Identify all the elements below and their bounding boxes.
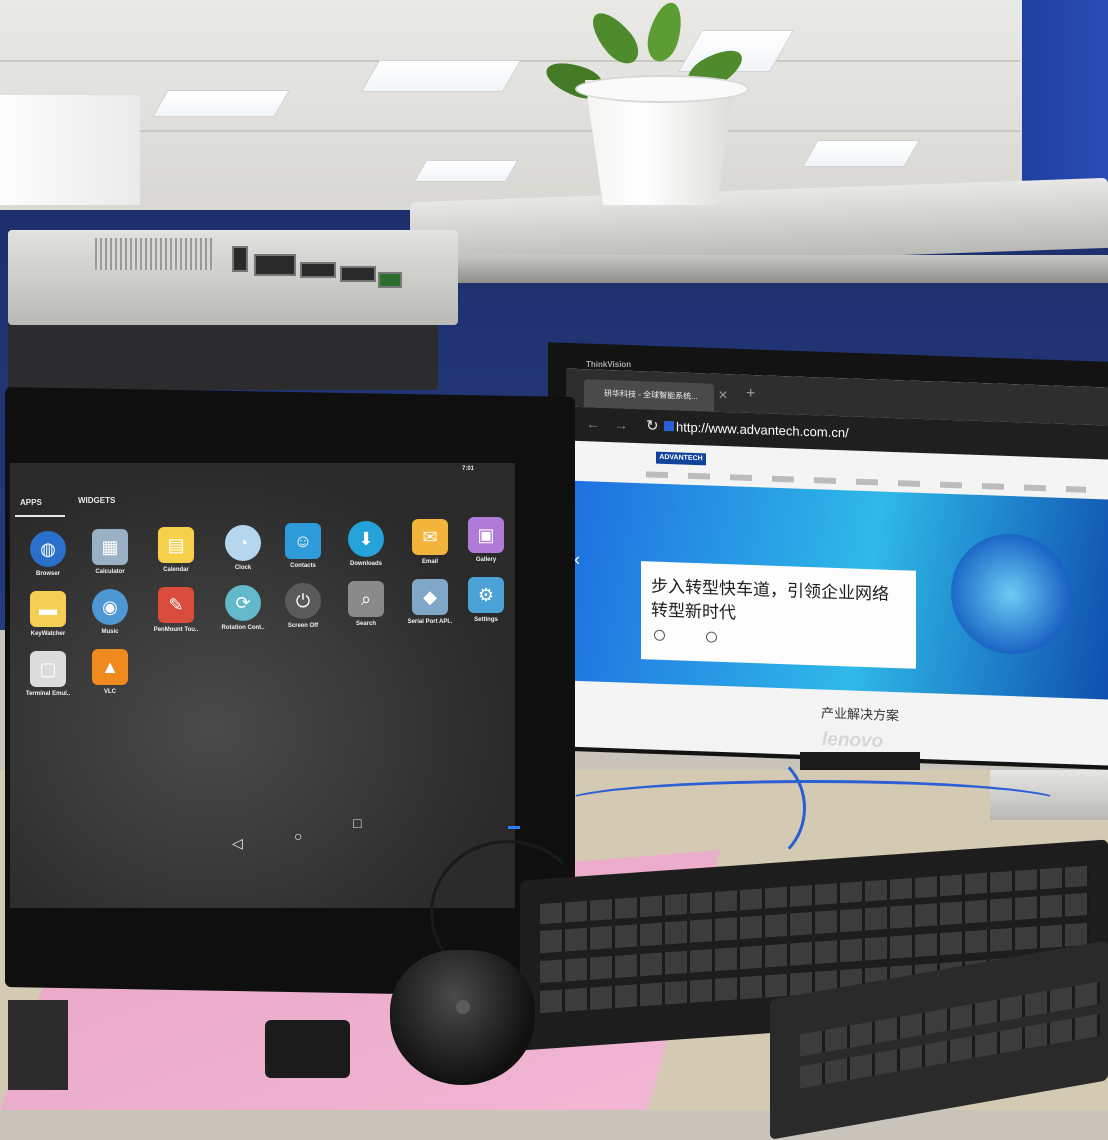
gallery-icon: ▣ (468, 517, 504, 553)
app-browser[interactable]: ◍ Browser (20, 531, 76, 577)
rotation-icon: ⟳ (225, 585, 261, 621)
browser-tab[interactable]: 研华科技 - 全球智能系统... (584, 379, 714, 412)
gear-icon: ⚙ (468, 577, 504, 613)
app-downloads[interactable]: ⬇ Downloads (338, 521, 394, 567)
app-keywatcher[interactable]: ▬ KeyWatcher (20, 591, 76, 637)
download-icon: ⬇ (348, 521, 384, 557)
hero-link-icon[interactable] (654, 629, 665, 641)
app-label: Search (355, 621, 376, 627)
tab-apps[interactable]: APPS (20, 498, 42, 507)
clock-icon: ◔ (225, 525, 261, 561)
app-serial-port-api[interactable]: ◆ Serial Port API.. (402, 579, 458, 625)
forward-icon[interactable]: → (614, 416, 628, 432)
back-icon[interactable]: ← (586, 415, 600, 431)
serial-port-icon: ◆ (412, 579, 448, 615)
app-music[interactable]: ◉ Music (82, 589, 138, 635)
serial-port (300, 262, 336, 278)
app-vlc[interactable]: ▲ VLC (82, 649, 138, 695)
app-rotation-cont[interactable]: ⟳ Rotation Cont.. (215, 585, 271, 631)
app-label: PenMount Tou.. (153, 627, 199, 633)
network-cable (700, 750, 806, 866)
app-label: Serial Port API.. (407, 619, 453, 625)
search-icon: ⌕ (348, 581, 384, 617)
app-label: Music (101, 629, 119, 635)
terminal-icon: ▢ (30, 651, 66, 687)
new-tab-icon[interactable]: + (746, 385, 755, 403)
status-time: 7:01 (462, 466, 475, 472)
power-brick (8, 1000, 68, 1090)
monitor-brand-top: ThinkVision (586, 360, 632, 369)
android-screen[interactable]: APPS WIDGETS 7:01 ◍ Browser ▦ Calculator ▤ Ca… (10, 463, 515, 908)
app-label: Rotation Cont.. (221, 625, 265, 631)
recents-nav-icon[interactable]: □ (353, 815, 361, 831)
app-screen-off[interactable]: ⏻ Screen Off (275, 583, 331, 629)
monitor-brand-bottom: lenovo (822, 728, 884, 753)
vlc-cone-icon: ▲ (92, 649, 128, 685)
ceiling-light (413, 160, 519, 182)
hero-link-icon[interactable] (706, 631, 717, 643)
app-calculator[interactable]: ▦ Calculator (82, 529, 138, 575)
reload-icon[interactable]: ↻ (646, 416, 659, 434)
app-label: Contacts (290, 563, 316, 569)
serial-port (340, 266, 376, 282)
mouse[interactable] (390, 950, 535, 1085)
blue-pillar (1022, 0, 1108, 195)
email-icon: ✉ (412, 519, 448, 555)
app-label: Clock (234, 565, 252, 571)
ceiling-light (152, 90, 290, 117)
app-label: Calendar (163, 567, 189, 573)
app-search[interactable]: ⌕ Search (338, 581, 394, 627)
close-tab-icon[interactable]: ✕ (718, 388, 728, 402)
app-label: Gallery (475, 557, 497, 563)
calendar-icon: ▤ (158, 527, 194, 563)
app-penmount-tou[interactable]: ✎ PenMount Tou.. (148, 587, 204, 633)
site-favicon-icon (664, 420, 674, 432)
app-contacts[interactable]: ☺ Contacts (275, 523, 331, 569)
box-pc-vent (95, 238, 213, 270)
plant-pot-rim (575, 75, 749, 103)
app-label: VLC (104, 689, 116, 695)
tab-indicator (15, 515, 65, 517)
power-icon: ⏻ (285, 583, 321, 619)
globe-icon: ◍ (30, 531, 66, 567)
app-label: Screen Off (287, 623, 319, 629)
ethernet-port (254, 254, 296, 276)
home-nav-icon[interactable]: ○ (294, 828, 302, 844)
usb-port (232, 246, 248, 272)
network-cable (560, 780, 1066, 826)
terminal-block (378, 272, 402, 288)
window (0, 95, 140, 205)
app-email[interactable]: ✉ Email (402, 519, 458, 565)
contacts-icon: ☺ (285, 523, 321, 559)
back-nav-icon[interactable]: ◁ (232, 835, 243, 852)
app-calendar[interactable]: ▤ Calendar (148, 527, 204, 573)
section-title: 产业解决方案 (821, 705, 900, 724)
pen-icon: ✎ (158, 587, 194, 623)
app-label: Browser (35, 571, 60, 577)
app-settings[interactable]: ⚙ Settings (458, 577, 514, 623)
advantech-logo[interactable]: ADVANTECH (656, 451, 706, 466)
music-icon: ◉ (92, 589, 128, 625)
folder-icon: ▬ (30, 591, 66, 627)
app-label: Settings (474, 617, 498, 623)
app-label: Downloads (349, 561, 382, 567)
app-label: Email (421, 559, 438, 565)
app-gallery[interactable]: ▣ Gallery (458, 517, 514, 563)
ceiling-light (802, 140, 920, 167)
tab-widgets[interactable]: WIDGETS (78, 496, 115, 505)
serial-connector (265, 1020, 350, 1078)
app-label: KeyWatcher (30, 631, 66, 637)
calculator-icon: ▦ (92, 529, 128, 565)
monitor-screen[interactable]: 研华科技 - 全球智能系统... ✕ + ← → ↻ http://www.ad… (566, 368, 1108, 766)
app-terminal-emul[interactable]: ▢ Terminal Emul.. (20, 651, 76, 697)
app-label: Terminal Emul.. (25, 691, 71, 697)
shelf-edge (450, 255, 1108, 283)
ceiling-light (360, 60, 522, 92)
logitech-logo (456, 1000, 470, 1014)
app-clock[interactable]: ◔ Clock (215, 525, 271, 571)
ceiling-grid-line (0, 130, 1020, 132)
app-label: Calculator (95, 569, 125, 575)
hero-title: 转型新时代 (651, 600, 736, 623)
power-led (508, 826, 520, 829)
